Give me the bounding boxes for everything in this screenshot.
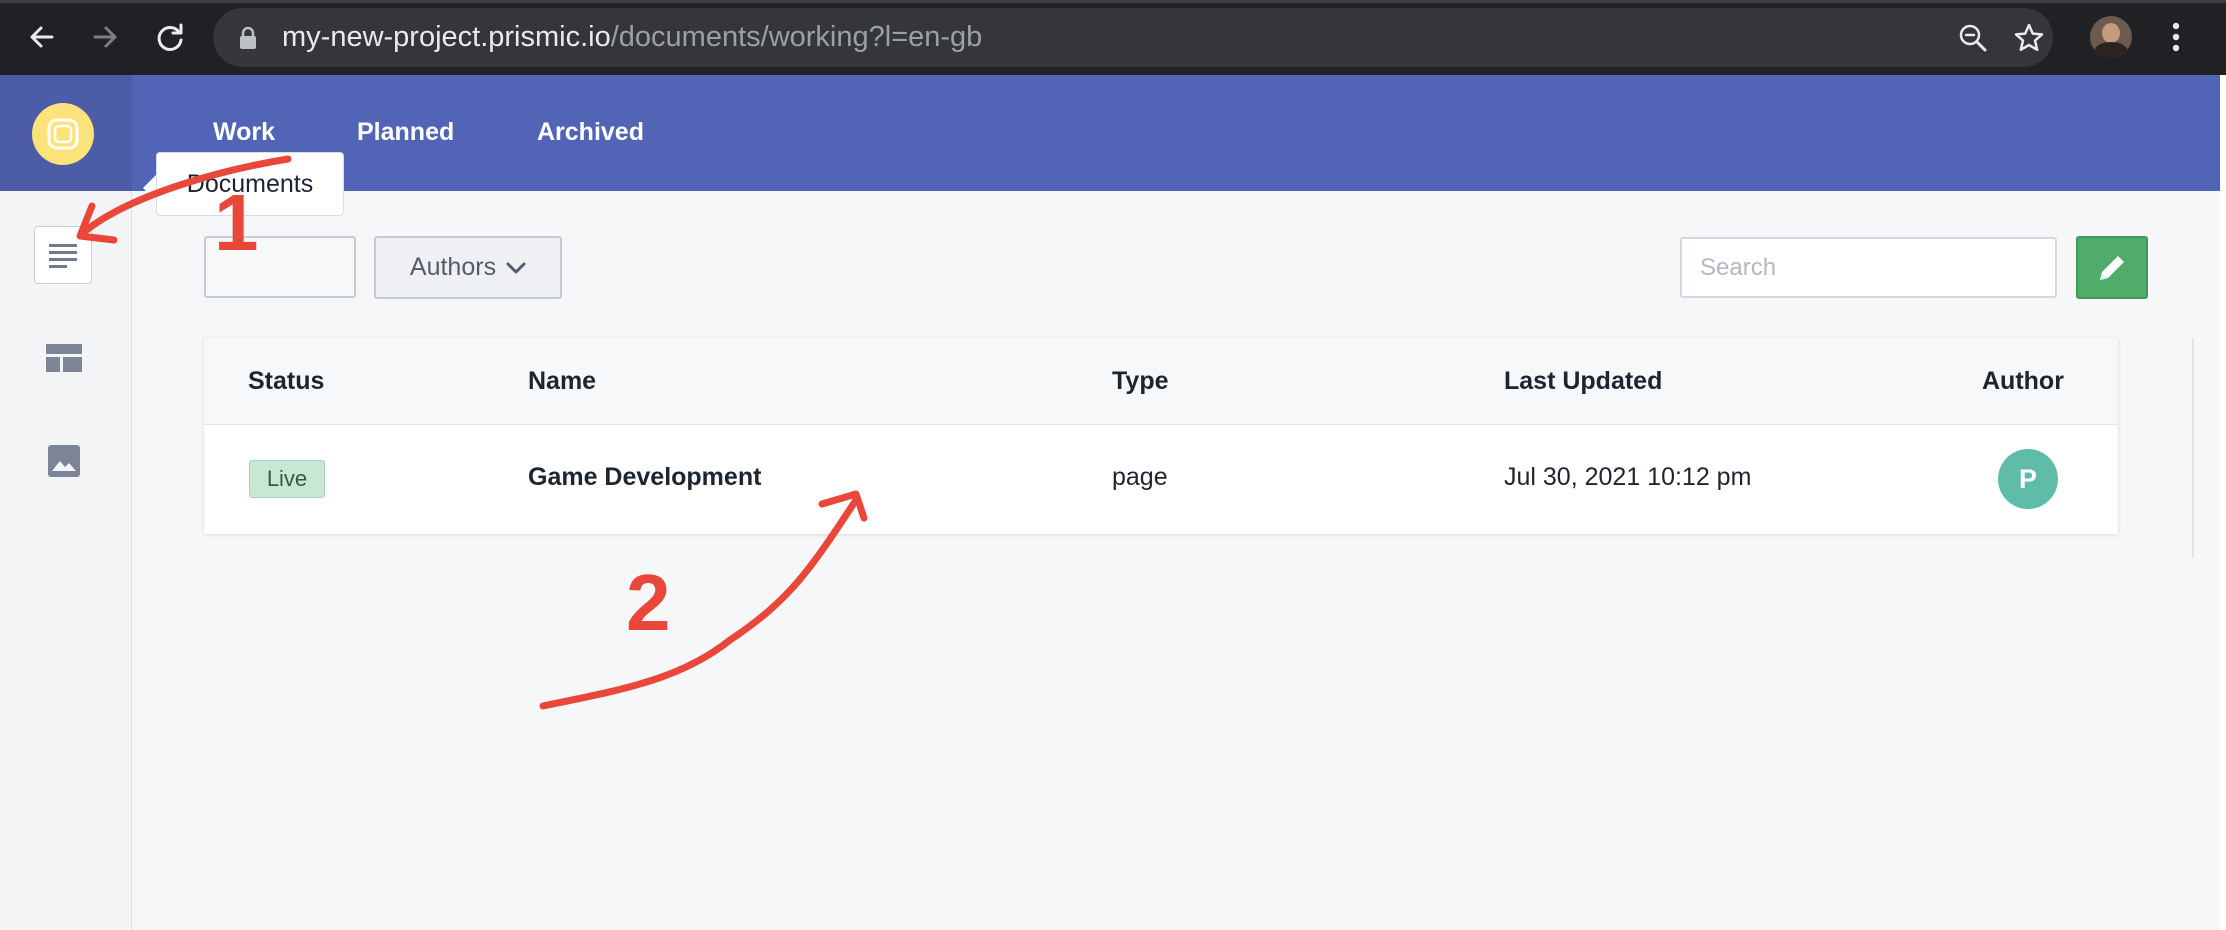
column-author[interactable]: Author: [1982, 367, 2064, 396]
url-path: /documents/working?l=en-gb: [610, 21, 983, 53]
document-type: page: [1112, 463, 1168, 491]
documents-table: Status Name Type Last Updated Author Liv…: [204, 338, 2118, 534]
column-status[interactable]: Status: [248, 367, 324, 396]
back-arrow-icon: [30, 26, 54, 48]
reload-icon: [157, 23, 183, 51]
logo-area: [0, 75, 132, 191]
documents-icon: [49, 244, 77, 268]
custom-types-icon: [46, 344, 82, 372]
tab-strip-edge: [0, 0, 2226, 3]
authors-filter-button[interactable]: Authors: [374, 236, 562, 299]
sidebar-item-custom-types[interactable]: [44, 338, 84, 378]
sidebar-item-documents[interactable]: [34, 226, 92, 284]
chevron-down-icon: [506, 262, 526, 273]
search-input[interactable]: [1680, 237, 2057, 298]
table-header: Status Name Type Last Updated Author: [204, 338, 2118, 425]
url-text: my-new-project.prismic.io/documents/work…: [282, 19, 982, 55]
browser-toolbar: my-new-project.prismic.io/documents/work…: [0, 0, 2226, 75]
prismic-logo-icon: [47, 118, 79, 150]
forward-arrow-icon: [93, 26, 117, 48]
table-row[interactable]: Live Game Development page Jul 30, 2021 …: [204, 425, 2118, 534]
status-badge: Live: [249, 460, 325, 498]
tooltip-pointer: [143, 175, 156, 201]
sidebar: [0, 191, 132, 930]
tab-work[interactable]: Work: [213, 118, 275, 147]
document-name[interactable]: Game Development: [528, 463, 761, 492]
document-last-updated: Jul 30, 2021 10:12 pm: [1504, 463, 1752, 491]
star-icon[interactable]: [2013, 22, 2045, 54]
repository-logo[interactable]: [32, 103, 94, 165]
scroll-divider: [2192, 338, 2194, 558]
zoom-icon[interactable]: [1958, 23, 1988, 53]
sidebar-item-media[interactable]: [44, 441, 84, 481]
authors-filter-label: Authors: [409, 253, 497, 281]
lock-icon: [240, 26, 256, 49]
column-type[interactable]: Type: [1112, 367, 1169, 396]
column-last-updated[interactable]: Last Updated: [1504, 367, 1662, 396]
tab-archived[interactable]: Archived: [537, 118, 644, 147]
pencil-icon: [2100, 255, 2124, 280]
type-filter-button[interactable]: [204, 236, 356, 298]
url-host: my-new-project.prismic.io: [282, 21, 611, 53]
back-button[interactable]: [25, 20, 59, 54]
menu-dots-icon[interactable]: [2166, 20, 2186, 54]
profile-avatar[interactable]: [2090, 16, 2132, 58]
create-document-button[interactable]: [2076, 236, 2148, 299]
column-name[interactable]: Name: [528, 367, 596, 396]
media-icon: [48, 445, 80, 477]
main-content: [132, 191, 2220, 930]
documents-tooltip: Documents: [156, 152, 344, 216]
author-avatar: P: [1998, 449, 2058, 509]
tab-planned[interactable]: Planned: [357, 118, 454, 147]
reload-button[interactable]: [153, 20, 187, 54]
forward-button[interactable]: [88, 20, 122, 54]
